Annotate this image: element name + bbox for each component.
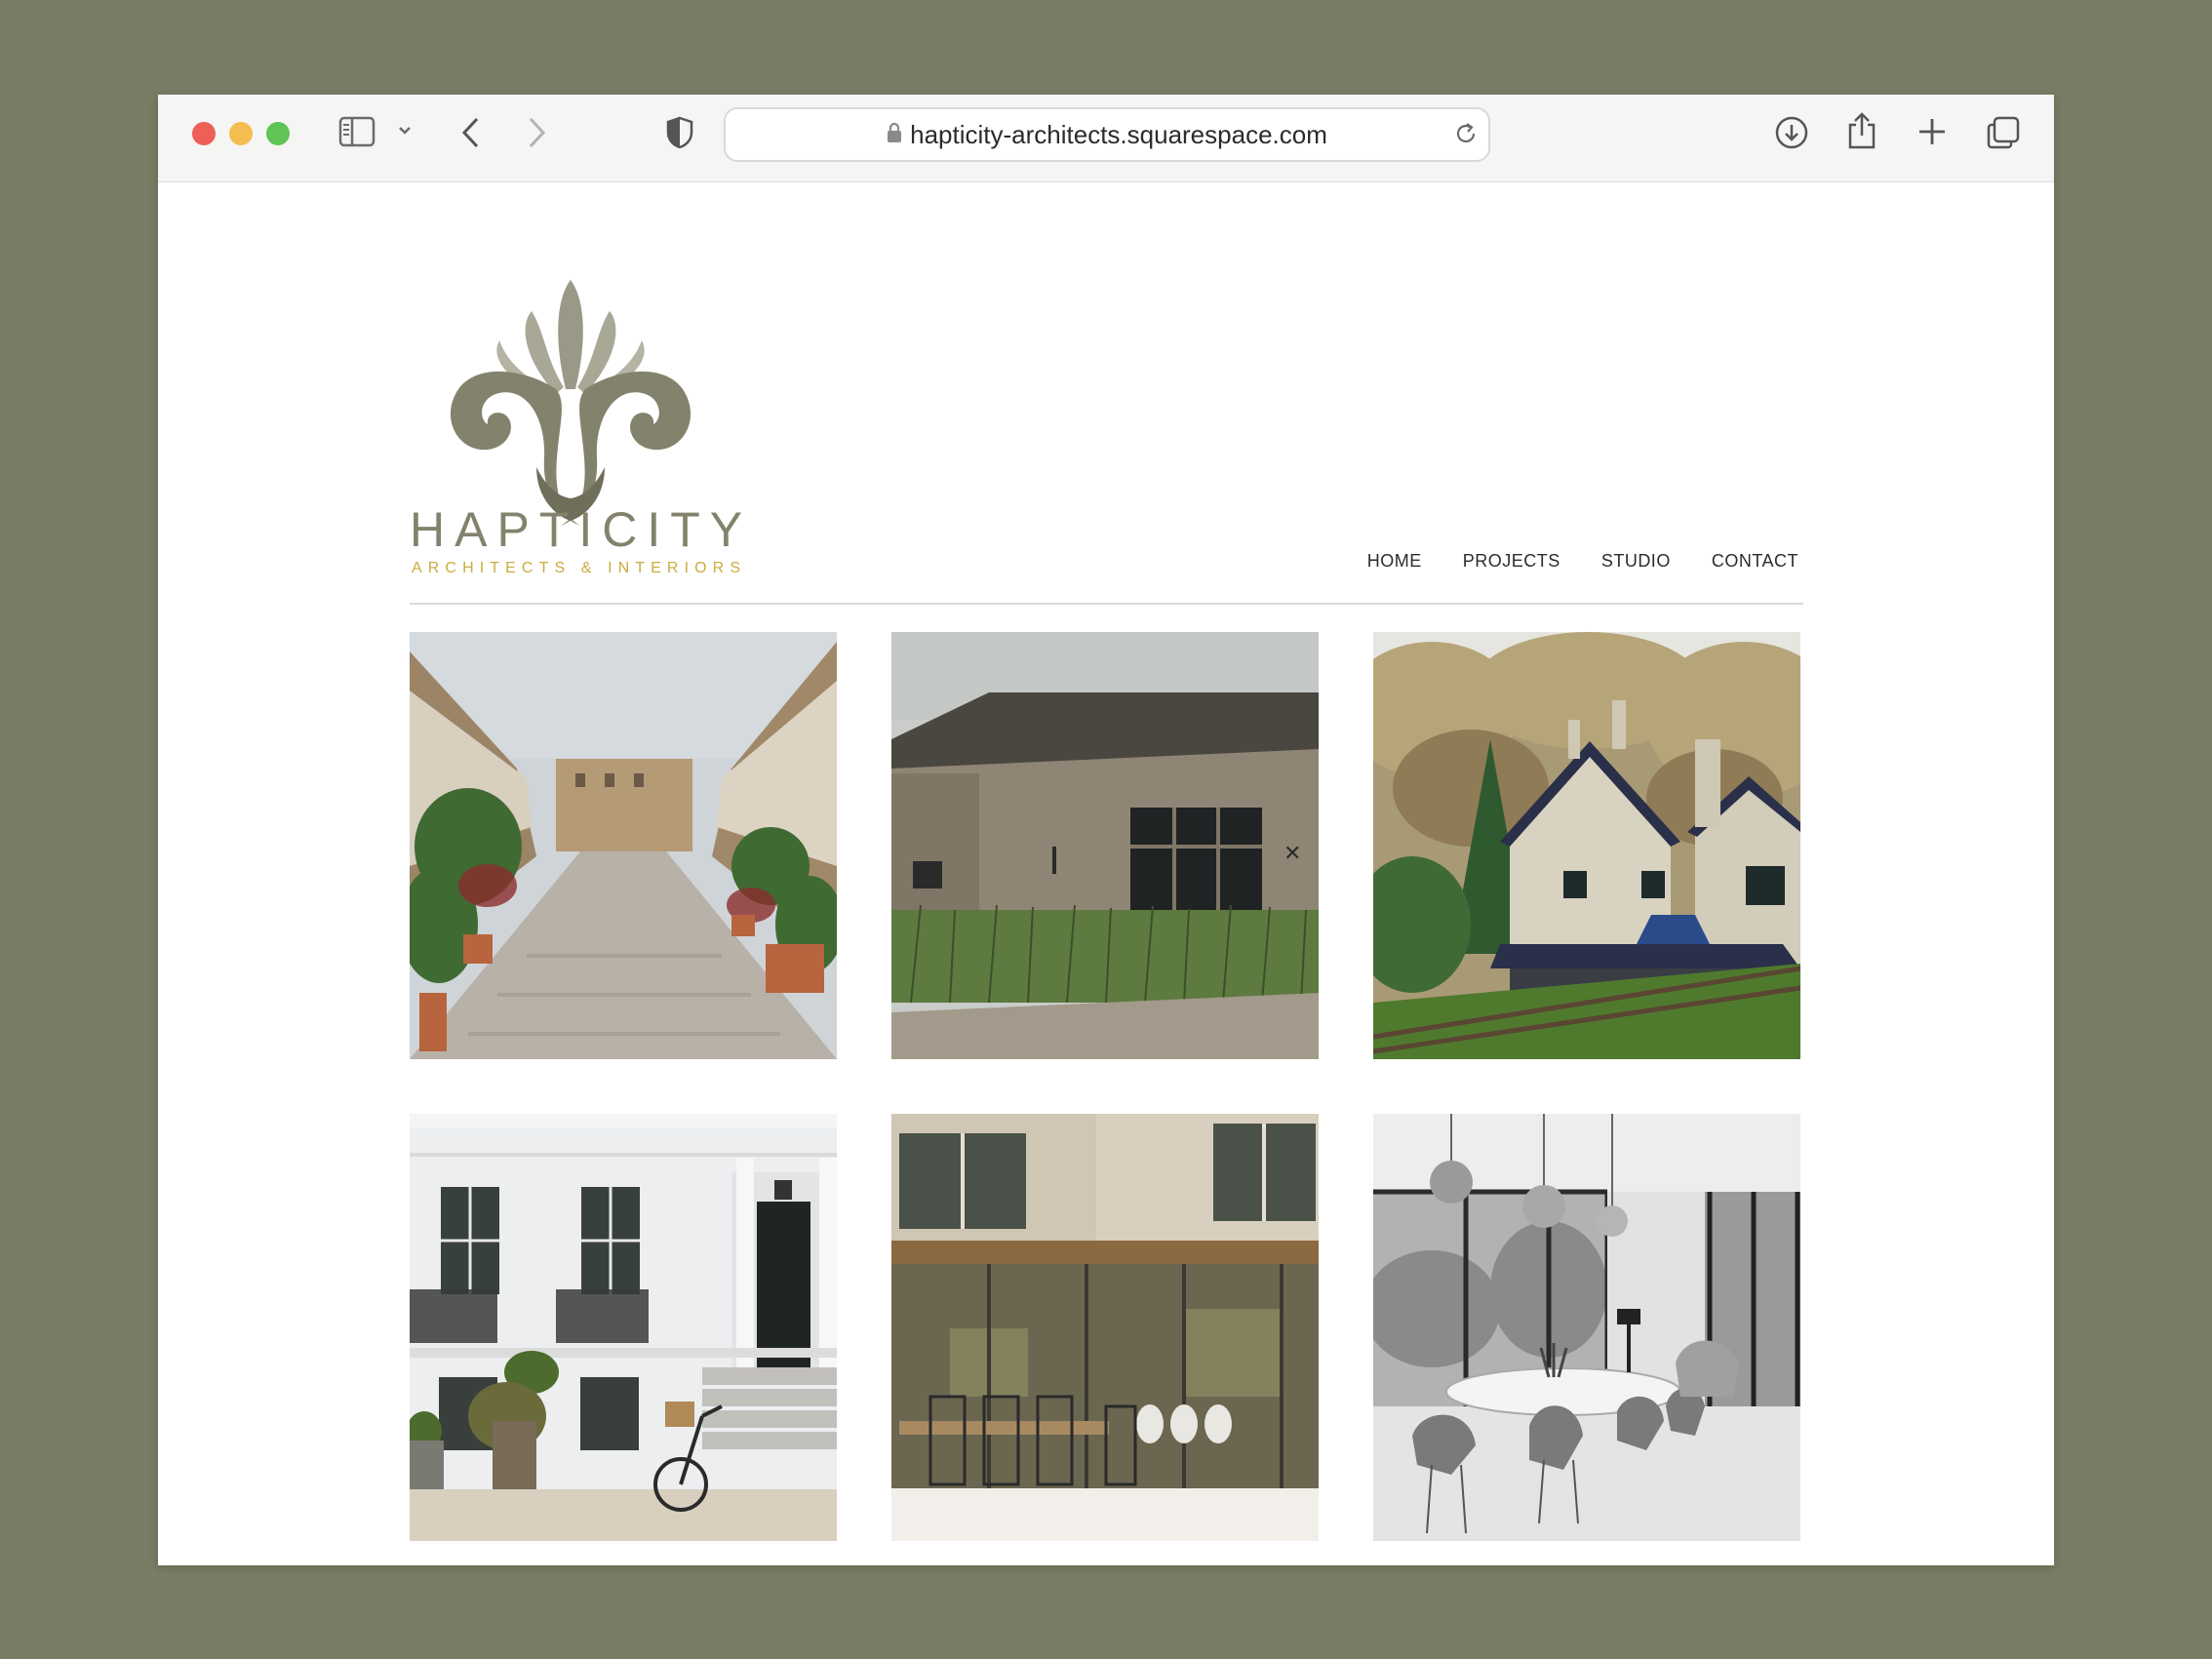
logo-wordmark[interactable]: HAPTICITY [410,501,752,558]
project-tile-country-house[interactable] [1373,632,1800,1059]
project-tile-dining-interior[interactable] [1373,1114,1800,1541]
reload-icon[interactable] [1453,121,1479,151]
stone-barn-image: ✕ [891,632,1319,1059]
close-window-button[interactable] [192,122,216,145]
project-tile-townhouse[interactable] [410,1114,837,1541]
nav-home[interactable]: HOME [1367,551,1422,572]
zoom-window-button[interactable] [266,122,290,145]
download-icon[interactable] [1774,115,1809,150]
url-text: hapticity-architects.squarespace.com [910,119,1327,149]
shield-icon[interactable] [665,116,694,149]
project-tile-glass-extension[interactable] [891,1114,1319,1541]
new-tab-icon[interactable] [1916,116,1948,147]
glass-extension-image [891,1114,1319,1541]
address-bar[interactable]: hapticity-architects.squarespace.com [724,107,1490,162]
chevron-down-icon[interactable] [398,126,412,136]
nav-contact[interactable]: CONTACT [1712,551,1798,572]
dining-interior-image [1373,1114,1800,1541]
project-gallery: ✕ [410,632,1803,1541]
browser-window: hapticity-architects.squarespace.com HAP… [158,95,2054,1565]
tabs-overview-icon[interactable] [1986,115,2021,150]
main-nav: HOME PROJECTS STUDIO CONTACT [1367,551,1798,572]
minimize-window-button[interactable] [229,122,253,145]
sidebar-icon[interactable] [338,116,375,147]
header-divider [410,603,1803,605]
nav-projects[interactable]: PROJECTS [1463,551,1560,572]
townhouse-image [410,1114,837,1541]
web-page: HAPTICITY ARCHITECTS & INTERIORS HOME PR… [158,182,2054,1565]
browser-toolbar: hapticity-architects.squarespace.com [158,95,2054,182]
back-icon[interactable] [460,116,482,149]
forward-icon[interactable] [526,116,547,149]
lock-icon [887,122,902,148]
svg-text:✕: ✕ [1284,841,1301,865]
logo-tagline: ARCHITECTS & INTERIORS [412,560,747,576]
mews-street-image [410,632,837,1059]
share-icon[interactable] [1846,111,1877,150]
country-house-image [1373,632,1800,1059]
project-tile-mews-street[interactable] [410,632,837,1059]
nav-studio[interactable]: STUDIO [1601,551,1671,572]
project-tile-stone-barn[interactable]: ✕ [891,632,1319,1059]
